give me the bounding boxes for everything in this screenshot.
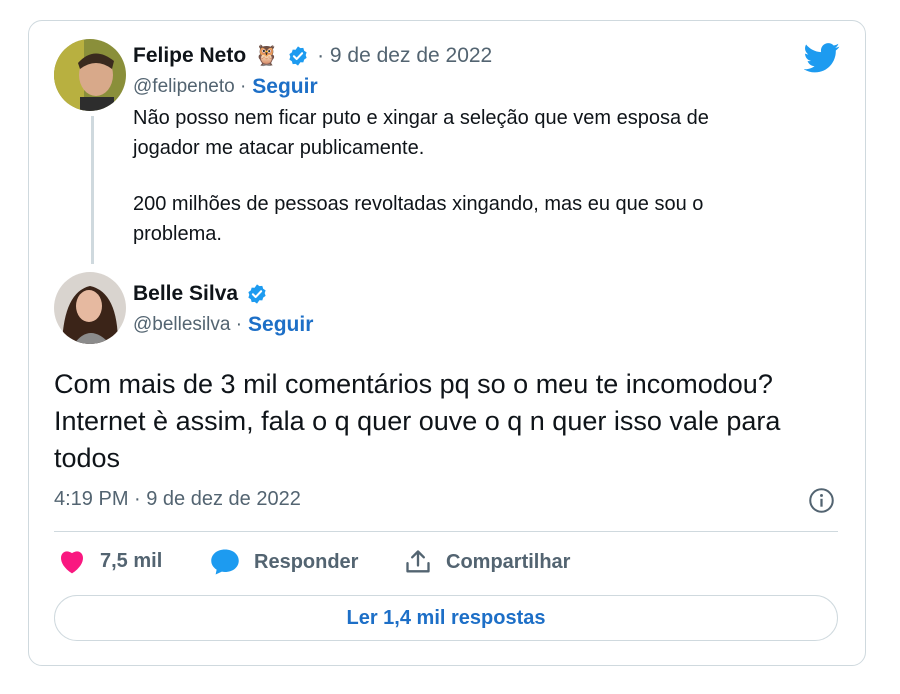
thread-connector-line xyxy=(91,116,94,264)
actions-divider xyxy=(54,531,838,532)
parent-author-name[interactable]: Felipe Neto xyxy=(133,44,246,68)
parent-tweet-date[interactable]: · 9 de dez de 2022 xyxy=(317,44,492,68)
parent-author-row: Felipe Neto 🦉 · 9 de dez de 2022 xyxy=(133,43,492,68)
reply-text-line: Com mais de 3 mil comentários pq so o me… xyxy=(54,369,773,399)
reply-handle-row: @bellesilva · Seguir xyxy=(133,313,313,337)
verified-badge-icon xyxy=(248,284,266,304)
parent-tweet-text: Não posso nem ficar puto e xingar a sele… xyxy=(133,103,709,249)
reply-button[interactable]: Responder xyxy=(210,548,358,576)
belle-silva-avatar[interactable] xyxy=(54,272,126,344)
reply-text-line: Internet è assim, fala o q quer ouve o q… xyxy=(54,406,781,436)
parent-follow-link[interactable]: Seguir xyxy=(252,75,317,99)
heart-icon xyxy=(61,551,83,574)
parent-handle[interactable]: @felipeneto · xyxy=(133,76,246,98)
twitter-bird-icon[interactable] xyxy=(804,43,840,73)
share-button[interactable]: Compartilhar xyxy=(404,548,570,576)
parent-handle-row: @felipeneto · Seguir xyxy=(133,75,318,99)
reply-author-row: Belle Silva xyxy=(133,282,268,306)
reply-follow-link[interactable]: Seguir xyxy=(248,313,313,337)
felipe-neto-avatar[interactable] xyxy=(54,39,126,111)
reply-timestamp[interactable]: 4:19 PM · 9 de dez de 2022 xyxy=(54,488,301,511)
parent-text-line: jogador me atacar publicamente. xyxy=(133,137,425,159)
owl-emoji: 🦉 xyxy=(254,45,280,67)
like-button[interactable]: 7,5 mil xyxy=(58,548,162,574)
verified-badge-icon xyxy=(289,45,307,66)
reply-tweet-text: Com mais de 3 mil comentários pq so o me… xyxy=(54,366,854,477)
likes-count: 7,5 mil xyxy=(100,549,163,572)
reply-bubble-icon xyxy=(211,549,239,575)
reply-author-name[interactable]: Belle Silva xyxy=(133,282,238,306)
read-replies-button[interactable]: Ler 1,4 mil respostas xyxy=(54,595,838,641)
parent-text-line: 200 milhões de pessoas revoltadas xingan… xyxy=(133,193,704,215)
reply-handle[interactable]: @bellesilva · xyxy=(133,314,242,336)
reply-label: Responder xyxy=(254,550,359,573)
parent-text-line: Não posso nem ficar puto e xingar a sele… xyxy=(133,107,709,129)
share-icon xyxy=(406,550,430,573)
parent-text-line: problema. xyxy=(133,223,222,245)
share-label: Compartilhar xyxy=(446,550,571,573)
info-icon[interactable] xyxy=(808,487,835,514)
reply-text-line: todos xyxy=(54,443,121,473)
